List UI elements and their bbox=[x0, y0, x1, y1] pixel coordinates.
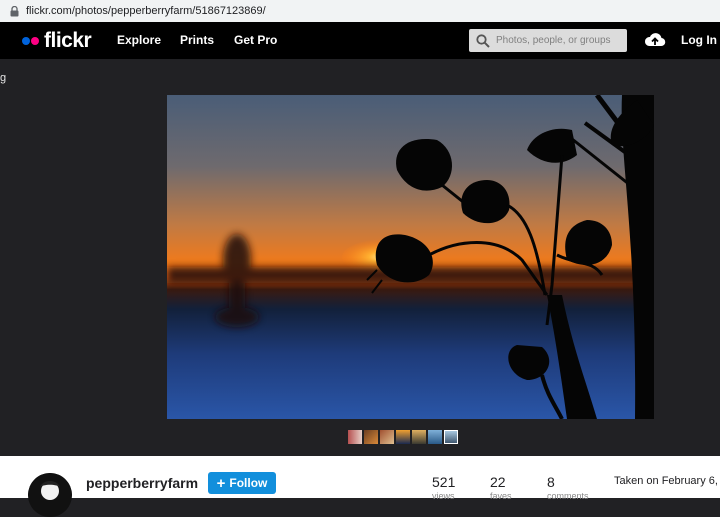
stat-faves: 22 faves bbox=[490, 474, 512, 501]
stat-label: comments bbox=[547, 491, 589, 501]
thumbnail[interactable] bbox=[364, 430, 378, 444]
follow-label: Follow bbox=[229, 476, 268, 490]
url-text[interactable]: flickr.com/photos/pepperberryfarm/518671… bbox=[26, 5, 266, 17]
flickr-logo[interactable]: flickr bbox=[22, 28, 92, 53]
main-photo[interactable] bbox=[167, 95, 654, 419]
top-navigation: flickr Explore Prints Get Pro Log In bbox=[0, 22, 720, 59]
thumbnail[interactable] bbox=[348, 430, 362, 444]
photostream-thumbnails bbox=[348, 430, 458, 444]
browser-address-bar[interactable]: flickr.com/photos/pepperberryfarm/518671… bbox=[0, 0, 720, 23]
search-box[interactable] bbox=[469, 29, 627, 52]
stat-value: 22 bbox=[490, 474, 506, 490]
photo-info-bar: pepperberryfarm + Follow 521 views 22 fa… bbox=[0, 456, 720, 517]
upload-cloud-icon[interactable] bbox=[644, 31, 666, 49]
thumbnail-current[interactable] bbox=[444, 430, 458, 444]
thumbnail[interactable] bbox=[396, 430, 410, 444]
thumbnail[interactable] bbox=[412, 430, 426, 444]
plus-icon: + bbox=[216, 474, 226, 492]
nav-get-pro[interactable]: Get Pro bbox=[234, 22, 277, 59]
side-text-fragment: g bbox=[0, 72, 7, 84]
owner-name-link[interactable]: pepperberryfarm bbox=[86, 475, 198, 491]
stat-value: 8 bbox=[547, 474, 555, 490]
logo-text: flickr bbox=[44, 28, 92, 52]
taken-date: Taken on February 6, bbox=[614, 475, 718, 487]
logo-pink-dot bbox=[31, 36, 39, 45]
follow-button[interactable]: + Follow bbox=[208, 472, 276, 494]
lock-icon bbox=[8, 5, 20, 17]
thumbnail[interactable] bbox=[380, 430, 394, 444]
stat-views: 521 views bbox=[432, 474, 455, 501]
stat-comments: 8 comments bbox=[547, 474, 589, 501]
thumbnail[interactable] bbox=[428, 430, 442, 444]
search-input[interactable] bbox=[496, 35, 626, 46]
logo-blue-dot bbox=[22, 36, 30, 45]
owner-avatar[interactable] bbox=[28, 473, 72, 517]
stat-label: views bbox=[432, 491, 455, 501]
stat-label: faves bbox=[490, 491, 512, 501]
login-link[interactable]: Log In bbox=[681, 22, 717, 59]
stat-value: 521 bbox=[432, 474, 456, 490]
search-icon[interactable] bbox=[476, 33, 490, 48]
nav-explore[interactable]: Explore bbox=[117, 22, 161, 59]
nav-prints[interactable]: Prints bbox=[180, 22, 214, 59]
